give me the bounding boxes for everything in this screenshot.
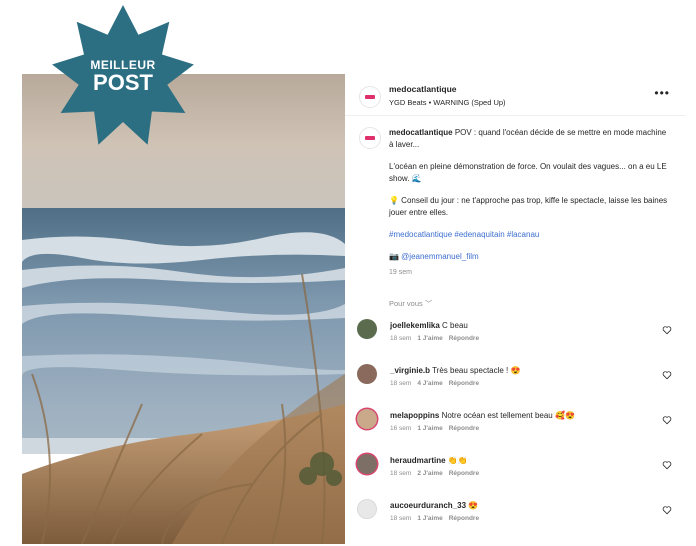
heart-icon[interactable] — [662, 505, 672, 515]
post-timestamp: 19 sem — [389, 269, 412, 276]
heart-icon[interactable] — [662, 370, 672, 380]
comment-likes[interactable]: 1 J'aime — [417, 515, 442, 522]
audio-track[interactable]: YGD Beats • WARNING (Sped Up) — [389, 98, 506, 107]
caption-username[interactable]: medocatlantique — [389, 128, 453, 137]
comment-time: 18 sem — [390, 335, 412, 342]
more-options-icon[interactable]: ••• — [654, 86, 670, 100]
comment-likes[interactable]: 4 J'aime — [417, 380, 442, 387]
comment-text: Notre océan est tellement beau 🥰😍 — [441, 411, 575, 420]
commenter-avatar[interactable] — [357, 454, 377, 474]
heart-icon[interactable] — [662, 415, 672, 425]
comment-item: _virginie.b Très beau spectacle ! 😍 18 s… — [345, 360, 686, 405]
reply-button[interactable]: Répondre — [449, 425, 479, 432]
comment-time: 18 sem — [390, 470, 412, 477]
comment-text: C beau — [442, 321, 468, 330]
comment-time: 16 sem — [390, 425, 412, 432]
comment-list: joellekemlika C beau 18 sem 1 J'aime Répon… — [345, 309, 686, 540]
comment-username[interactable]: joellekemlika — [390, 321, 440, 330]
caption-hashtags[interactable]: #medocatlantique #edenaquitain #lacanau — [389, 229, 672, 241]
comment-time: 18 sem — [390, 380, 412, 387]
caption-paragraph-3: 💡 Conseil du jour : ne t'approche pas tr… — [389, 196, 668, 217]
post-header: medocatlantique YGD Beats • WARNING (Spe… — [345, 74, 686, 116]
commenter-avatar[interactable] — [357, 319, 377, 339]
comment-item: joellekemlika C beau 18 sem 1 J'aime Répon… — [345, 315, 686, 360]
reply-button[interactable]: Répondre — [449, 470, 479, 477]
post-details-panel: medocatlantique YGD Beats • WARNING (Spe… — [345, 74, 686, 544]
post-caption: medocatlantique POV : quand l'océan déci… — [345, 116, 686, 279]
comment-item: heraudmartine 👏👏 18 sem 2 J'aime Répondre — [345, 450, 686, 495]
comment-text: 👏👏 — [447, 456, 468, 465]
author-avatar[interactable] — [359, 86, 381, 108]
commenter-avatar[interactable] — [357, 364, 377, 384]
caption-credit-link[interactable]: 📷 @jeanemmanuel_film — [389, 251, 672, 263]
commenter-avatar[interactable] — [357, 499, 377, 519]
reply-button[interactable]: Répondre — [449, 515, 479, 522]
reply-button[interactable]: Répondre — [449, 335, 479, 342]
comment-text: Très beau spectacle ! 😍 — [432, 366, 521, 375]
caption-paragraph-2: L'océan en pleine démonstration de force… — [389, 162, 667, 183]
badge-label-bottom: POST — [93, 70, 153, 95]
comment-item: melapoppins Notre océan est tellement be… — [345, 405, 686, 450]
comment-username[interactable]: _virginie.b — [390, 366, 430, 375]
comment-likes[interactable]: 1 J'aime — [417, 335, 442, 342]
comment-likes[interactable]: 2 J'aime — [417, 470, 442, 477]
comments-filter-dropdown[interactable]: Pour vous ﹀ — [345, 289, 686, 309]
best-post-badge: MEILLEUR POST — [50, 4, 196, 150]
author-username[interactable]: medocatlantique — [389, 84, 457, 94]
comment-username[interactable]: heraudmartine — [390, 456, 446, 465]
comment-username[interactable]: aucoeurduranch_33 — [390, 501, 466, 510]
comment-likes[interactable]: 1 J'aime — [417, 425, 442, 432]
caption-avatar[interactable] — [359, 127, 381, 149]
comment-text: 😍 — [468, 501, 479, 510]
heart-icon[interactable] — [662, 325, 672, 335]
comment-item: aucoeurduranch_33 😍 18 sem 1 J'aime Répond… — [345, 495, 686, 540]
comment-time: 18 sem — [390, 515, 412, 522]
comment-username[interactable]: melapoppins — [390, 411, 439, 420]
heart-icon[interactable] — [662, 460, 672, 470]
commenter-avatar[interactable] — [357, 409, 377, 429]
reply-button[interactable]: Répondre — [449, 380, 479, 387]
